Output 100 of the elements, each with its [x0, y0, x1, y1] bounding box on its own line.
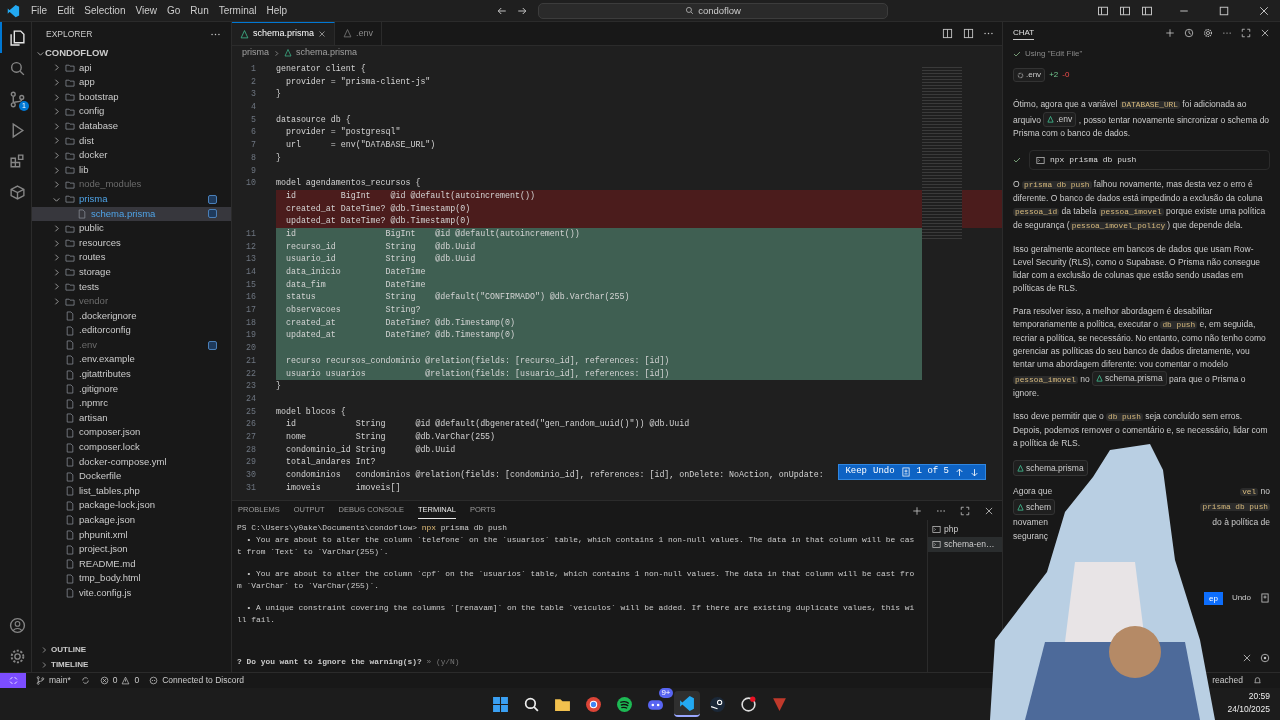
terminal-item[interactable]: schema-en… — [928, 536, 1002, 552]
down-arrow-icon[interactable] — [970, 467, 979, 477]
sidebar-toggle-icon[interactable] — [1097, 4, 1109, 17]
maximize-icon[interactable] — [1241, 28, 1251, 38]
tree-item[interactable]: composer.json — [32, 425, 231, 441]
panel-toggle-icon[interactable] — [1119, 4, 1131, 17]
folder-icon — [65, 121, 75, 132]
line-number: 29 — [245, 456, 257, 469]
file-icon — [65, 486, 75, 497]
close-icon[interactable] — [1260, 28, 1270, 38]
tree-item[interactable]: phpunit.xml — [32, 527, 231, 543]
settings-icon[interactable] — [1203, 28, 1213, 38]
terminal-item[interactable]: php — [928, 522, 1002, 537]
tree-item[interactable]: .gitattributes — [32, 367, 231, 382]
problems-button[interactable]: 0 0 — [99, 674, 140, 687]
up-arrow-icon[interactable] — [955, 467, 964, 477]
tree-item[interactable]: docker — [32, 148, 231, 163]
tree-item[interactable]: prisma — [32, 191, 231, 207]
remote-button[interactable] — [0, 672, 26, 689]
keep-button[interactable]: Keep — [845, 465, 867, 479]
tree-item[interactable]: .gitignore — [32, 381, 231, 397]
file-chip[interactable]: schema.prisma — [1013, 460, 1088, 476]
tree-item[interactable]: list_tables.php — [32, 483, 231, 499]
search-icon — [8, 60, 26, 77]
split-icon[interactable] — [963, 28, 974, 39]
branch-button[interactable]: main* — [36, 674, 71, 687]
tree-item[interactable]: resources — [32, 235, 231, 251]
status-text[interactable]: reached — [1212, 674, 1243, 687]
tree-item[interactable]: vite.config.js — [32, 585, 231, 601]
menu-item[interactable]: Help — [261, 0, 293, 21]
chevron-right-icon — [273, 49, 280, 57]
file-chip[interactable]: schem — [1013, 499, 1056, 515]
tree-item[interactable]: .dockerignore — [32, 308, 231, 324]
tree-item[interactable]: node_modules — [32, 177, 231, 192]
file-chip[interactable]: schema.prisma — [1092, 371, 1167, 386]
tree-item[interactable]: .npmrc — [32, 396, 231, 411]
tree-item[interactable]: .editorconfig — [32, 323, 231, 338]
bell-icon[interactable] — [1253, 676, 1262, 685]
tree-item[interactable]: api — [32, 60, 231, 76]
menu-item[interactable]: Go — [162, 0, 186, 21]
tree-item[interactable]: dist — [32, 133, 231, 149]
file-chip[interactable]: .env — [1013, 68, 1046, 82]
tree-item[interactable]: Dockerfile — [32, 469, 231, 484]
section-header[interactable]: OUTLINE — [32, 642, 231, 657]
tree-item[interactable]: public — [32, 221, 231, 236]
tree-item[interactable]: package-lock.json — [32, 498, 231, 513]
tree-item[interactable]: bootstrap — [32, 89, 231, 105]
tree-item[interactable]: docker-compose.yml — [32, 454, 231, 470]
tree-item[interactable]: project.json — [32, 542, 231, 557]
tree-item[interactable]: lib — [32, 162, 231, 178]
tree-root[interactable]: CONDOFLOW — [32, 46, 231, 61]
close-icon[interactable] — [1258, 4, 1270, 17]
tree-item[interactable]: tests — [32, 279, 231, 295]
taskbar-app[interactable] — [673, 691, 700, 717]
tree-item[interactable]: vendor — [32, 294, 231, 309]
triangle-icon — [343, 29, 353, 38]
menu-item[interactable]: View — [130, 0, 162, 21]
tree-item[interactable]: schema.prisma — [32, 206, 231, 222]
sync-icon[interactable] — [80, 676, 90, 685]
tree-item[interactable]: artisan — [32, 410, 231, 426]
section-header[interactable]: TIMELINE — [32, 657, 231, 672]
close-icon[interactable] — [984, 505, 994, 516]
plus-icon[interactable] — [1165, 28, 1175, 38]
compare-icon[interactable] — [942, 28, 953, 39]
tree-item[interactable]: package.json — [32, 513, 231, 528]
menu-item[interactable]: Run — [185, 0, 214, 21]
menu-item[interactable]: File — [26, 0, 53, 21]
tree-item[interactable]: database — [32, 118, 231, 134]
discord-status[interactable]: Connected to Discord — [149, 674, 244, 687]
target-icon[interactable] — [1260, 653, 1270, 663]
tree-item[interactable]: tmp_body.html — [32, 571, 231, 586]
keep-button[interactable]: ep — [1203, 591, 1223, 605]
file-diff-icon[interactable] — [1260, 593, 1270, 603]
file-diff-icon[interactable] — [900, 467, 911, 477]
tree-item[interactable]: config — [32, 104, 231, 119]
breadcrumb-item[interactable]: prisma — [242, 46, 269, 60]
file-icon — [65, 500, 75, 511]
breadcrumb-item[interactable]: schema.prisma — [296, 46, 358, 60]
tree-item[interactable]: README.md — [32, 556, 231, 572]
menu-item[interactable]: Selection — [79, 0, 131, 21]
plus-icon[interactable] — [912, 505, 922, 516]
tree-item[interactable]: .env.example — [32, 352, 231, 368]
tree-item[interactable]: app — [32, 75, 231, 90]
maximize-icon[interactable] — [1218, 4, 1230, 17]
maximize-icon[interactable] — [960, 505, 970, 516]
close-icon[interactable] — [318, 30, 327, 38]
tree-item[interactable]: composer.lock — [32, 440, 231, 455]
file-icon — [65, 573, 75, 584]
menu-item[interactable]: Terminal — [213, 0, 262, 21]
tree-item[interactable]: storage — [32, 264, 231, 280]
undo-button[interactable]: Undo — [1230, 591, 1252, 605]
layout-icon[interactable] — [1141, 4, 1153, 17]
line-number: 18 — [245, 316, 257, 329]
search-field[interactable]: condoflow — [538, 2, 889, 19]
editor-tab[interactable]: schema.prisma — [232, 22, 336, 45]
undo-button[interactable]: Undo — [873, 465, 895, 479]
file-chip[interactable]: .env — [1043, 112, 1077, 127]
history-icon[interactable] — [1184, 28, 1194, 38]
tree-item[interactable]: routes — [32, 250, 231, 265]
menu-item[interactable]: Edit — [52, 0, 80, 21]
